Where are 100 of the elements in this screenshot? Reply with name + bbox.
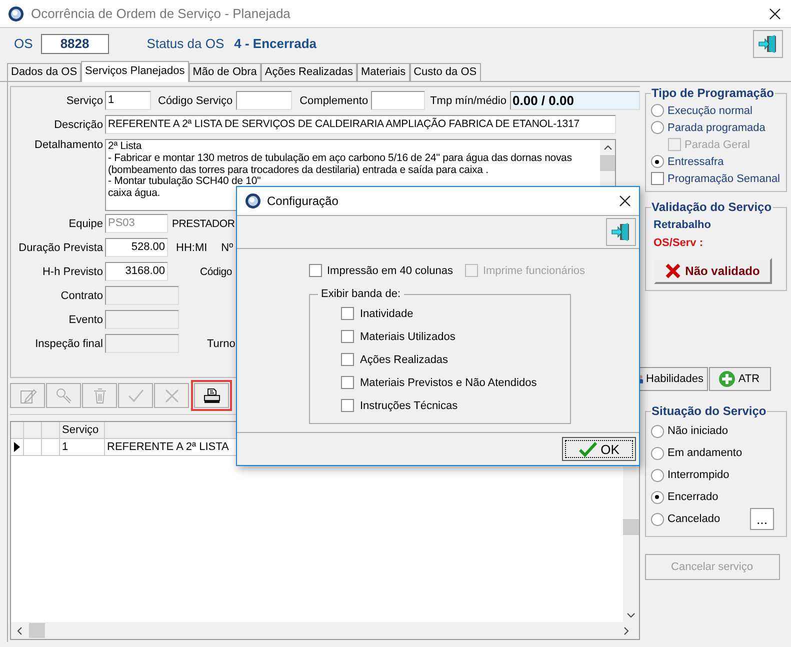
add-button[interactable]: ATR (708, 367, 770, 391)
option-label: Em andamento (668, 447, 742, 459)
field-label: Turno (207, 338, 236, 350)
more-button[interactable]: ... (750, 508, 774, 530)
contract-field[interactable] (105, 286, 179, 305)
checkbox[interactable] (341, 307, 354, 320)
option-label: Não iniciado (668, 425, 728, 437)
option-label: Instruções Técnicas (360, 400, 458, 412)
duration-field[interactable]: 528.00 (105, 238, 168, 257)
print-button[interactable] (194, 383, 229, 408)
status-label: Status da OS (146, 36, 224, 51)
column-header[interactable]: Serviço (60, 422, 105, 439)
time-field: 0.00 / 0.00 (510, 91, 640, 110)
scroll-thumb[interactable] (622, 519, 638, 535)
event-field[interactable] (105, 310, 179, 329)
logo-icon (245, 193, 261, 209)
option-label: Entressafra (668, 156, 724, 168)
check-icon (578, 441, 597, 457)
field-label: Nº (221, 242, 234, 254)
option-label: Materiais Previstos e Não Atendidos (360, 376, 537, 388)
option-label: Encerrado (668, 491, 718, 503)
option-label: Impressão em 40 colunas (327, 264, 453, 276)
table-cell: 1 (60, 439, 105, 456)
scroll-left-icon[interactable] (17, 626, 22, 634)
window-title: Ocorrência de Ordem de Serviço - Planejada (31, 6, 290, 21)
scroll-thumb[interactable] (600, 155, 615, 171)
unit-label: HH:MI (176, 242, 208, 254)
team-name: PRESTADOR (172, 218, 235, 230)
close-icon[interactable] (619, 195, 631, 207)
row-indicator-cell[interactable] (11, 439, 24, 456)
tab[interactable]: Dados da OS (7, 63, 82, 81)
field-label: Código Serviço (158, 94, 233, 106)
not-validated-button[interactable]: Não validado (654, 258, 772, 284)
radio-button[interactable] (650, 512, 664, 526)
status-value: 4 - Encerrada (234, 36, 316, 51)
os-number-field: 8828 (40, 34, 109, 54)
plus-icon (719, 371, 736, 387)
field-label: H-h Previsto (41, 266, 104, 278)
printer-icon (202, 386, 220, 404)
option-label: Parada Geral (684, 138, 750, 150)
radio-button[interactable] (650, 490, 664, 504)
group-title: Situação do Serviço (650, 404, 768, 418)
field-label: Contrato (60, 290, 104, 302)
radio-button[interactable] (650, 155, 664, 168)
option-label: Ações Realizadas (360, 354, 448, 366)
ok-button[interactable]: OK (562, 437, 636, 461)
os-label: OS (14, 36, 33, 51)
checkbox[interactable] (341, 399, 354, 412)
option-label: Parada programada (668, 122, 766, 134)
checkbox[interactable] (341, 330, 354, 343)
field-label: Código (200, 266, 232, 278)
radio-button[interactable] (650, 104, 664, 117)
field-label: Equipe (68, 218, 104, 230)
radio-button[interactable] (650, 446, 664, 460)
group-title: Tipo de Programação (650, 86, 775, 100)
exit-button[interactable] (753, 30, 783, 58)
cross-icon (162, 386, 180, 404)
scroll-down-icon[interactable] (626, 613, 634, 618)
tab[interactable]: Materiais (356, 63, 410, 81)
radio-button[interactable] (650, 424, 664, 438)
table-cell (42, 439, 60, 456)
logo-icon (8, 6, 24, 22)
tab[interactable]: Ações Realizadas (260, 63, 357, 81)
scroll-thumb[interactable] (29, 623, 45, 638)
rework-label: Retrabalho (654, 218, 712, 233)
complement-field[interactable] (371, 91, 426, 110)
field-label: Evento (68, 314, 104, 326)
check-icon (126, 386, 144, 404)
group-title: Validação do Serviço (650, 200, 773, 214)
tab[interactable]: Custo da OS (410, 63, 481, 81)
scroll-right-icon[interactable] (624, 626, 628, 634)
table-cell (24, 439, 42, 456)
field-label: Duração Prevista (18, 242, 104, 254)
field-label: Descrição (53, 118, 104, 130)
radio-button[interactable] (650, 468, 664, 482)
field-label: Serviço (65, 94, 104, 106)
option-label: Interrompido (668, 469, 730, 481)
field-label: Complemento (300, 94, 368, 106)
door-arrow-icon (758, 34, 778, 54)
checkbox[interactable] (341, 353, 354, 366)
group-title: Exibir banda de: (320, 288, 402, 300)
checkbox[interactable] (650, 172, 664, 185)
field-label: Inspeção final (34, 338, 104, 350)
cross-icon (665, 263, 682, 279)
man-hours-field[interactable]: 3168.00 (105, 262, 168, 281)
scroll-up-icon[interactable] (604, 145, 612, 150)
description-field[interactable]: REFERENTE A 2ª LISTA DE SERVIÇOS DE CALDEIRARIA AMPLIAÇÃO FABRICA DE ETANOL-1317 (105, 115, 616, 134)
service-field[interactable]: 1 (105, 91, 151, 110)
checkbox[interactable] (341, 376, 354, 389)
inspection-field[interactable] (105, 334, 179, 353)
field-label: Detalhamento (34, 139, 104, 151)
option-label: Inatividade (360, 308, 414, 320)
close-icon[interactable] (769, 8, 781, 20)
tab[interactable]: Serviços Planejados (81, 61, 189, 82)
tab[interactable]: Mão de Obra (188, 63, 261, 81)
checkbox[interactable] (309, 264, 322, 277)
service-code-field[interactable] (236, 91, 292, 110)
exit-button[interactable] (606, 218, 636, 246)
field-label: Tmp mín/médio (430, 94, 506, 106)
radio-button[interactable] (650, 121, 664, 134)
